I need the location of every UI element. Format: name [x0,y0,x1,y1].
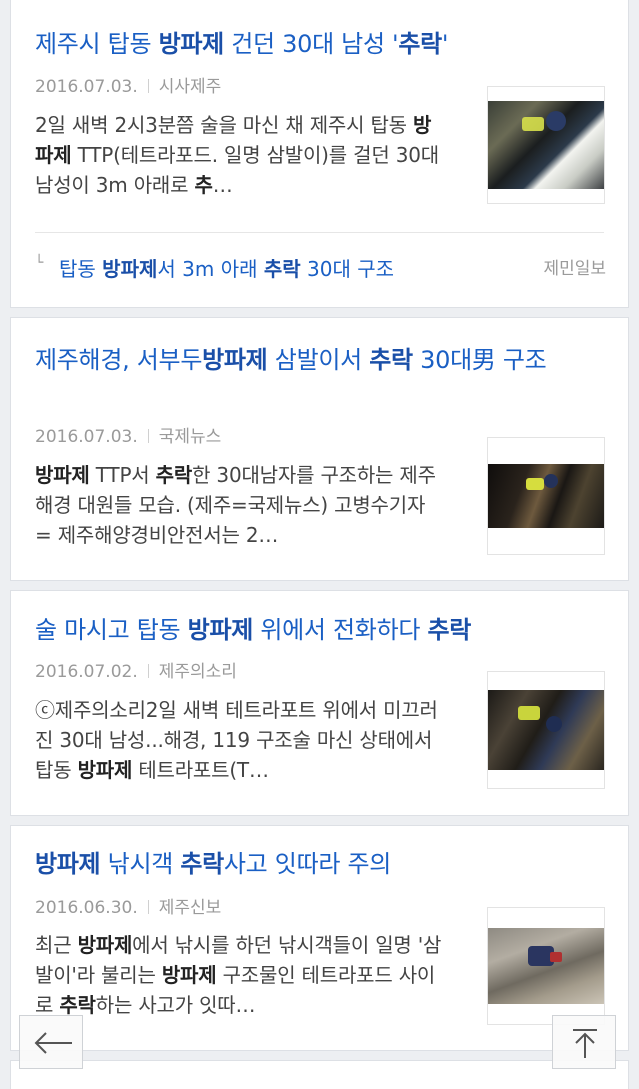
article-thumbnail[interactable] [487,907,605,1025]
meta-divider [147,79,149,93]
text-segment: 2일 새벽 2시3분쯤 술을 마신 채 제주시 탑동 [35,113,414,137]
news-card: 술 마시고 탑동 방파제 위에서 전화하다 추락 2016.07.02. 제주의소… [10,590,629,816]
text-segment: TTP서 [89,463,156,487]
text-segment: 제주시 탑동 [35,30,159,58]
keyword-highlight: 추락 [59,993,96,1017]
keyword-highlight: 방파제 [158,30,225,58]
article-thumbnail[interactable] [487,437,605,555]
keyword-highlight: 방파제 [77,758,133,782]
article-source[interactable]: 제주신보 [159,898,222,918]
article-date: 2016.07.03. [35,77,138,97]
article-source[interactable]: 시사제주 [159,77,222,97]
scroll-to-top-icon [573,1029,597,1058]
keyword-highlight: 방파제 [161,963,217,987]
arrow-left-icon [34,1032,72,1054]
text-segment: 위에서 전화하다 [253,616,428,644]
keyword-highlight: 방파제 [202,346,268,374]
keyword-highlight: 추 [194,173,213,197]
text-segment: 낚시객 [100,850,181,878]
text-segment: 사고 잇따라 주의 [223,850,392,878]
article-title[interactable]: 방파제 낚시객 추락사고 잇따라 주의 [35,844,606,885]
keyword-highlight: 방파제 [102,257,158,281]
text-segment: 서 3m 아래 [157,257,264,281]
article-summary[interactable]: 방파제 TTP서 추락한 30대남자를 구조하는 제주해경 대원들 모습. (제… [35,460,445,550]
news-card: 제주시 탑동 방파제 건던 30대 남성 '추락' 2016.07.03. 시사제… [10,0,629,308]
text-segment: 제주해경, 서부두 [35,346,203,374]
keyword-highlight: 추락 [369,346,413,374]
article-source[interactable]: 제주의소리 [159,662,237,682]
text-segment: ' [441,30,449,58]
keyword-highlight: 방파제 [77,933,133,957]
article-title[interactable]: 제주시 탑동 방파제 건던 30대 남성 '추락' [35,24,606,65]
article-thumbnail[interactable] [487,86,605,204]
article-meta: 2016.07.03. 시사제주 [35,76,221,98]
text-segment: TTP(테트라포드. 일명 삼발이)를 걸던 30대 남성이 3m 아래로 [35,143,439,197]
news-card: 제주해경, 서부두방파제 삼발이서 추락 30대男 구조 2016.07.03.… [10,317,629,581]
keyword-highlight: 방파제 [187,616,254,644]
article-summary[interactable]: 2일 새벽 2시3분쯤 술을 마신 채 제주시 탑동 방파제 TTP(테트라포드… [35,110,445,200]
article-meta: 2016.07.03. 국제뉴스 [35,426,221,448]
meta-divider [147,900,149,914]
related-article-source: 제민일보 [543,259,606,279]
text-segment: 테트라포트(T… [132,758,269,782]
meta-divider [147,664,149,678]
article-summary[interactable]: ⓒ제주의소리2일 새벽 테트라포트 위에서 미끄러진 30대 남성...해경, … [35,695,445,785]
keyword-highlight: 추락 [180,850,224,878]
text-segment: 건던 30대 남성 ' [223,30,399,58]
article-date: 2016.06.30. [35,898,138,918]
article-thumbnail[interactable] [487,671,605,789]
article-source[interactable]: 국제뉴스 [159,427,222,447]
text-segment: 30대男 구조 [412,346,547,374]
text-segment: 술 마시고 탑동 [35,616,188,644]
text-segment: 탑동 [59,257,103,281]
keyword-highlight: 방파제 [35,850,101,878]
text-segment: 삼발이서 [267,346,370,374]
meta-divider [147,429,149,443]
scroll-to-top-button[interactable] [552,1015,616,1069]
news-card: 방파제 낚시객 추락사고 잇따라 주의 2016.06.30. 제주신보 최근 방… [10,825,629,1051]
article-title[interactable]: 제주해경, 서부두방파제 삼발이서 추락 30대男 구조 [35,340,606,381]
keyword-highlight: 추락 [398,30,442,58]
related-article[interactable]: └ 탑동 방파제서 3m 아래 추락 30대 구조 제민일보 [35,249,606,289]
keyword-highlight: 추락 [427,616,472,644]
back-button[interactable] [19,1015,83,1069]
text-segment: 하는 사고가 잇따… [95,993,256,1017]
text-segment: … [212,173,233,197]
news-card-partial [10,1060,629,1089]
reply-corner-icon: └ [35,255,44,271]
keyword-highlight: 방파제 [35,463,90,487]
article-title[interactable]: 술 마시고 탑동 방파제 위에서 전화하다 추락 [35,610,606,651]
text-segment: 30대 구조 [300,257,395,281]
article-meta: 2016.07.02. 제주의소리 [35,661,237,683]
article-date: 2016.07.03. [35,427,138,447]
related-divider [35,232,604,233]
article-summary[interactable]: 최근 방파제에서 낚시를 하던 낚시객들이 일명 '삼발이'라 불리는 방파제 … [35,930,445,1020]
keyword-highlight: 추락 [155,463,193,487]
article-meta: 2016.06.30. 제주신보 [35,897,221,919]
text-segment: 최근 [35,933,78,957]
related-article-title[interactable]: 탑동 방파제서 3m 아래 추락 30대 구조 [59,249,394,289]
keyword-highlight: 추락 [263,257,301,281]
article-date: 2016.07.02. [35,662,138,682]
